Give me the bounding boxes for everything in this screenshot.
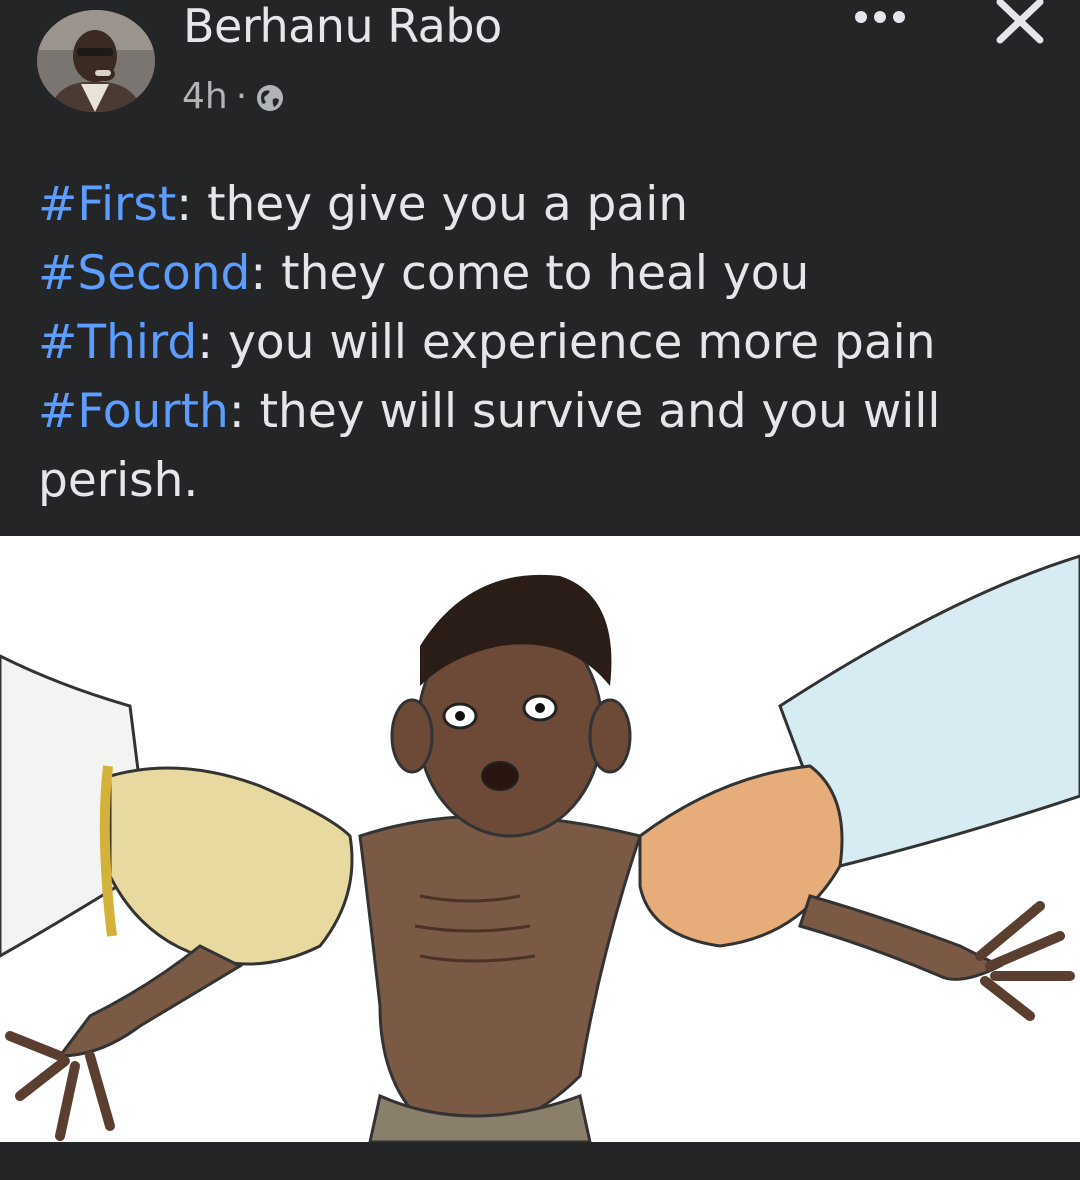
post-meta: 4h · — [182, 74, 285, 118]
hashtag-link[interactable]: #First — [38, 177, 176, 232]
avatar-photo — [37, 10, 155, 112]
close-button[interactable] — [992, 0, 1048, 44]
post-line-text: : you will experience more pain — [197, 315, 936, 370]
meta-separator: · — [235, 75, 248, 117]
ellipsis-icon — [855, 11, 905, 23]
hashtag-link[interactable]: #Second — [38, 246, 250, 301]
post-timestamp[interactable]: 4h — [182, 76, 228, 117]
post-line: #Second: they come to heal you — [38, 239, 1058, 308]
close-icon — [996, 0, 1044, 44]
post-line: #Third: you will experience more pain — [38, 308, 1058, 377]
more-options-button[interactable] — [848, 0, 912, 34]
post-line: #Fourth: they will survive and you will … — [38, 377, 1058, 515]
hashtag-link[interactable]: #Third — [38, 315, 197, 370]
globe-icon[interactable] — [255, 81, 285, 111]
post-image[interactable] — [0, 536, 1080, 1142]
author-avatar[interactable] — [37, 10, 155, 112]
author-name[interactable]: Berhanu Rabo — [183, 0, 502, 52]
post-header: Berhanu Rabo 4h · — [0, 0, 1080, 140]
post-line: #First: they give you a pain — [38, 170, 1058, 239]
post-body: #First: they give you a pain #Second: th… — [38, 170, 1058, 515]
post-line-text: : they come to heal you — [250, 246, 810, 301]
cartoon-illustration — [0, 536, 1080, 1142]
post-line-text: : they give you a pain — [176, 177, 689, 232]
hashtag-link[interactable]: #Fourth — [38, 384, 229, 439]
